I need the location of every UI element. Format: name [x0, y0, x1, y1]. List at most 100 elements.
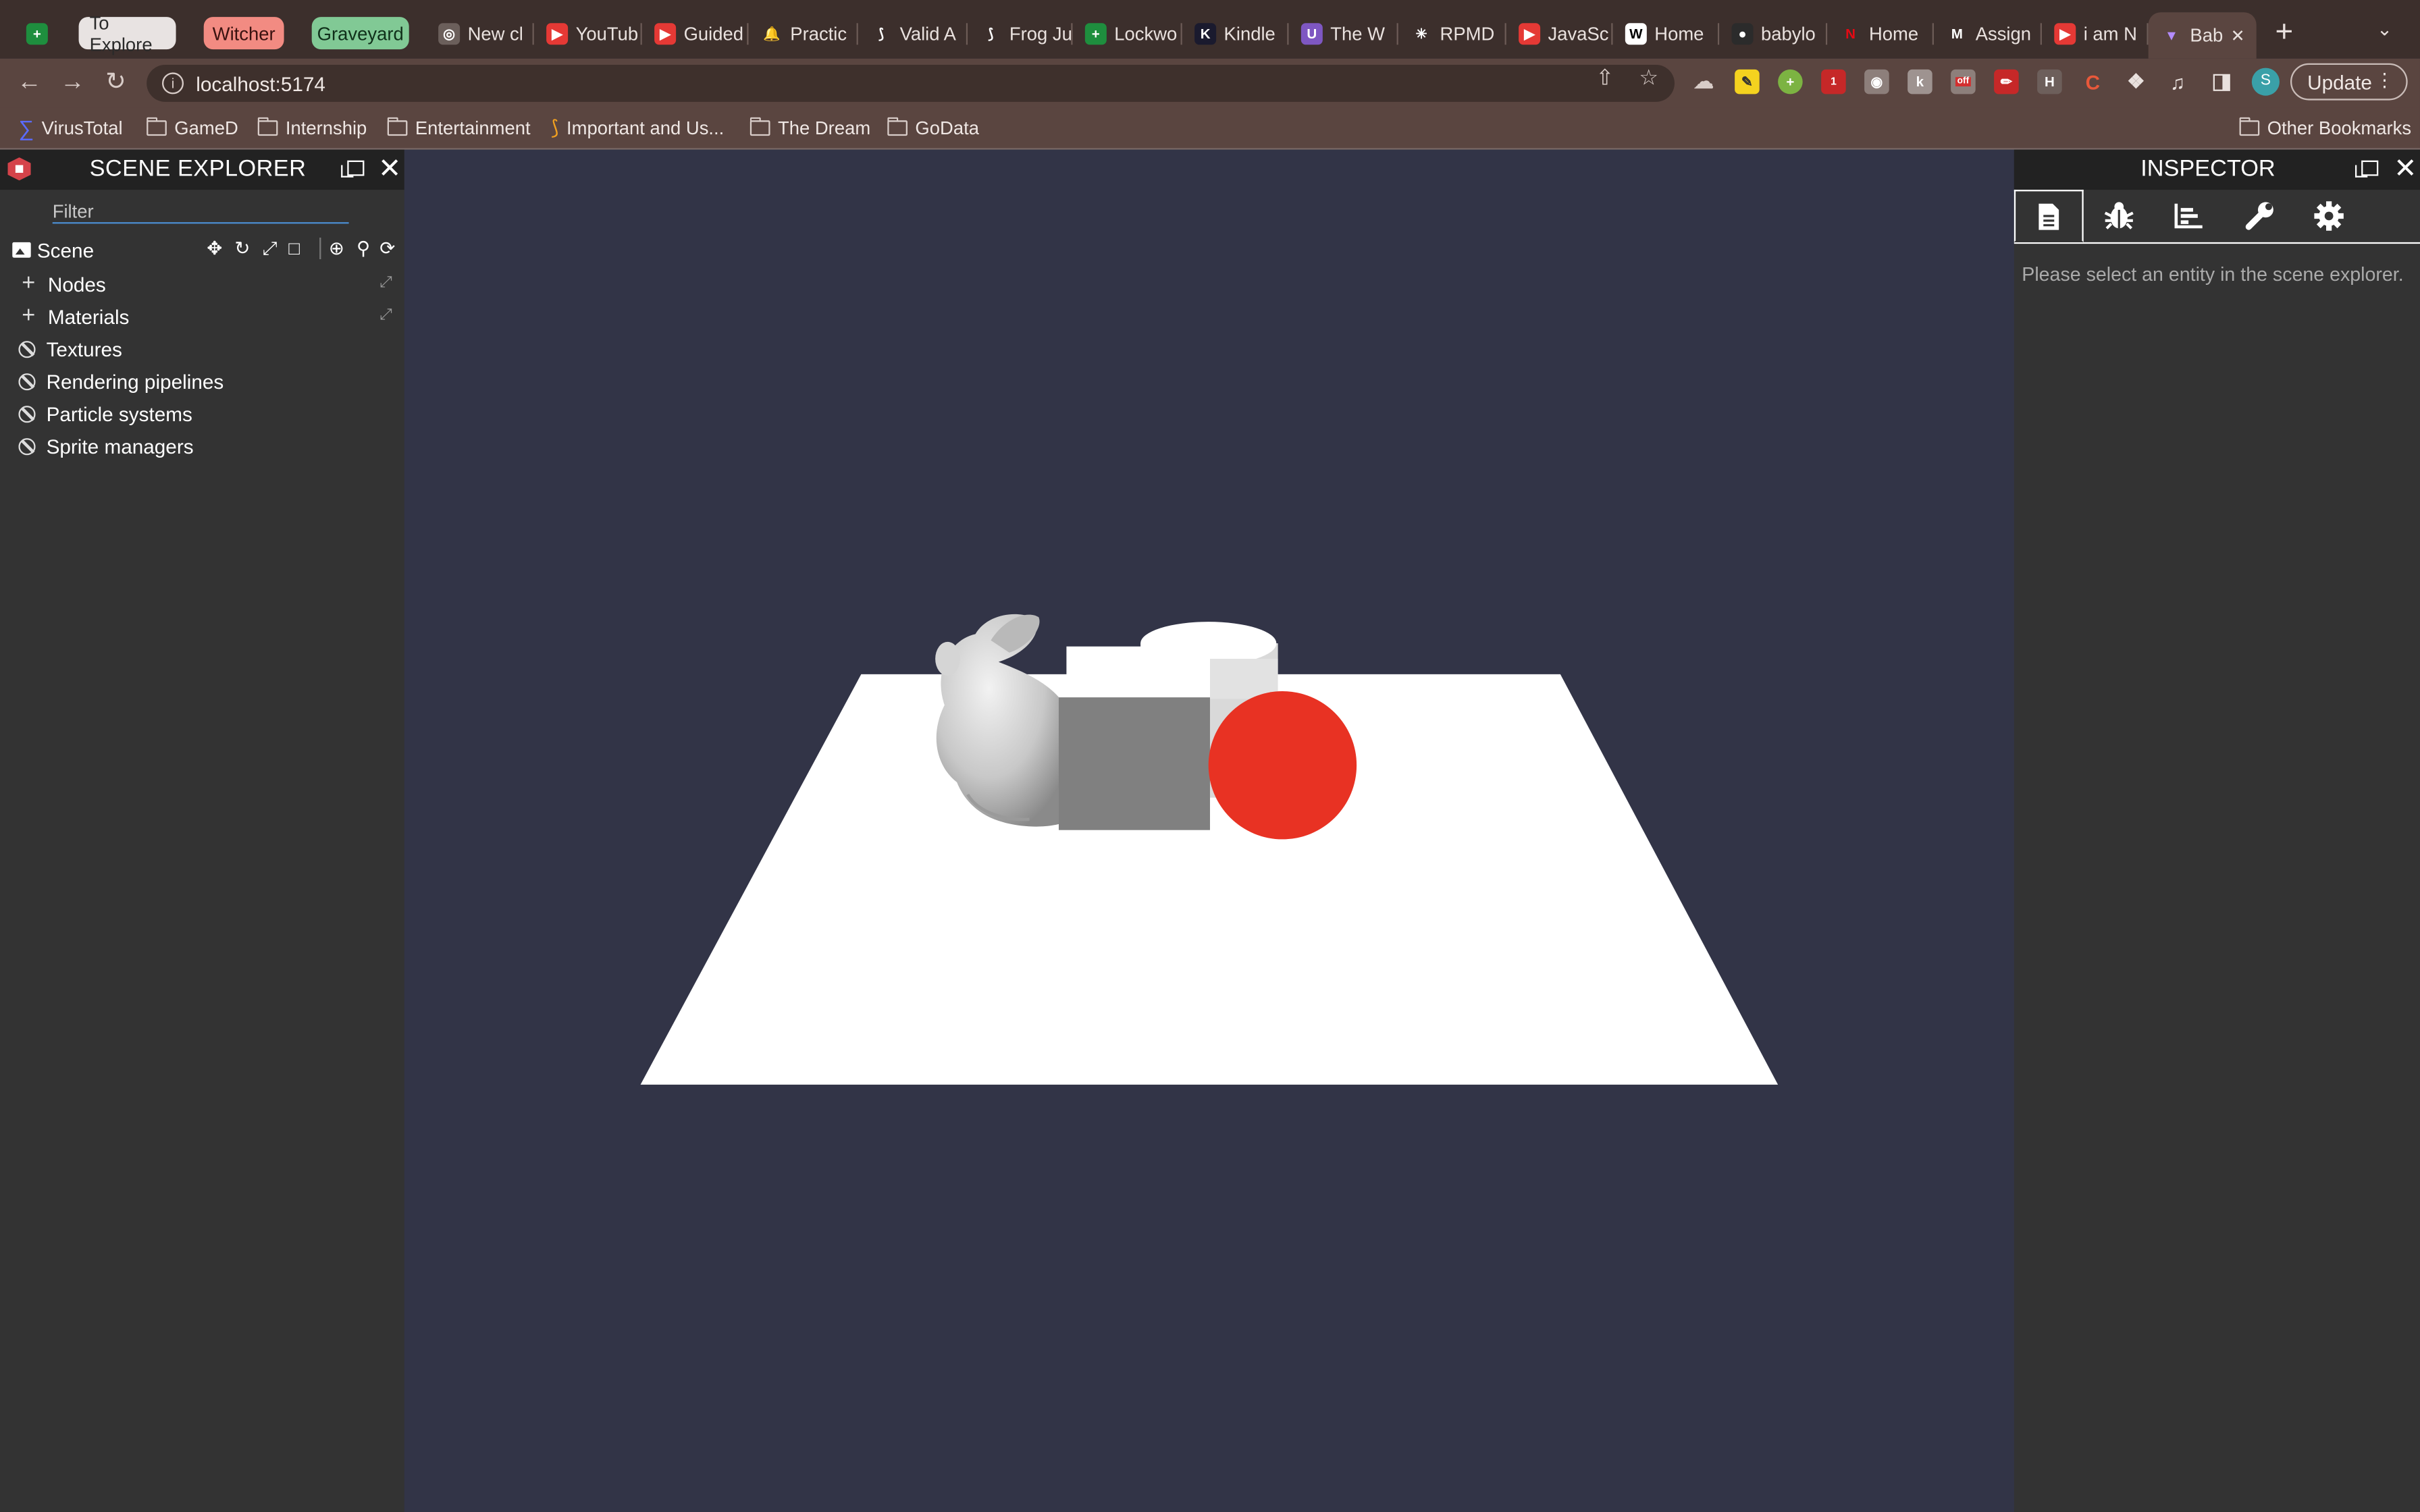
bookmark-label: VirusTotal: [41, 117, 123, 139]
gizmo-divider: [319, 237, 321, 259]
extension-plus-icon[interactable]: +: [1778, 69, 1803, 94]
extension-cloud-icon[interactable]: ☁: [1691, 70, 1716, 94]
bookmark-item[interactable]: GameD: [147, 115, 238, 140]
extension-c-icon[interactable]: C: [2080, 70, 2105, 94]
tab-group-witcher[interactable]: Witcher: [203, 17, 284, 50]
tree-item-particle-systems[interactable]: Particle systems: [18, 400, 192, 427]
extension-off-icon[interactable]: off: [1951, 69, 1976, 94]
bounding-box-gizmo-icon[interactable]: □: [288, 239, 300, 257]
bookmark-item[interactable]: Internship: [257, 115, 367, 140]
browser-tab[interactable]: N Home: [1827, 12, 1934, 55]
site-info-icon[interactable]: i: [161, 72, 184, 94]
side-panel-icon[interactable]: [2209, 70, 2234, 94]
plus-icon[interactable]: +: [18, 304, 38, 327]
bookmark-label: Important and Us...: [567, 117, 725, 139]
browser-tab[interactable]: + Lockwo: [1073, 12, 1182, 55]
browser-tab-label: babylo: [1760, 23, 1816, 45]
tab-statistics[interactable]: [2153, 190, 2223, 242]
tab-tools[interactable]: [2224, 190, 2294, 242]
tree-item-textures[interactable]: Textures: [18, 335, 122, 362]
browser-tab[interactable]: U The W: [1289, 12, 1398, 55]
tab-settings[interactable]: [2294, 190, 2363, 242]
vite-icon: ▼: [2164, 28, 2179, 43]
popout-icon[interactable]: [2355, 160, 2379, 178]
browser-tab[interactable]: ◎ New cl: [426, 12, 534, 55]
browser-tab[interactable]: ▶ i am N: [2042, 12, 2149, 55]
forward-button[interactable]: →: [57, 68, 88, 99]
babylon-logo-icon: [7, 157, 31, 181]
virustotal-icon: ∑: [18, 115, 34, 140]
map-marker-icon[interactable]: ⚲: [357, 239, 370, 257]
tab-google-sheets[interactable]: +: [18, 12, 58, 55]
translate-gizmo-icon[interactable]: ✥: [207, 239, 222, 257]
popout-icon[interactable]: [341, 160, 365, 178]
other-bookmarks-folder[interactable]: Other Bookmarks: [2239, 115, 2411, 140]
filter-input[interactable]: Filter: [52, 200, 349, 224]
browser-tab[interactable]: K Kindle: [1182, 12, 1289, 55]
render-canvas[interactable]: [404, 149, 2014, 1512]
tree-item-rendering-pipelines[interactable]: Rendering pipelines: [18, 367, 223, 395]
bookmark-star-icon[interactable]: ☆: [1639, 65, 1658, 91]
browser-tab[interactable]: ● babylo: [1719, 12, 1828, 55]
bookmark-item[interactable]: ⟆ Important and Us...: [551, 115, 724, 140]
refresh-icon[interactable]: ⟳: [379, 239, 395, 257]
browser-tab-label: Lockwo: [1114, 23, 1178, 45]
menu-kebab-icon[interactable]: ⋮: [2375, 70, 2394, 91]
tree-item-sprite-managers[interactable]: Sprite managers: [18, 432, 194, 460]
bookmark-label: The Dream: [777, 117, 871, 139]
bookmark-item[interactable]: GoData: [887, 115, 979, 140]
bookmark-item[interactable]: ∑ VirusTotal: [18, 115, 122, 140]
extension-pen-icon[interactable]: ✏: [1994, 69, 2019, 94]
tab-group-graveyard[interactable]: Graveyard: [311, 17, 409, 50]
reload-button[interactable]: ↻: [101, 68, 132, 99]
close-tab-icon[interactable]: ✕: [2231, 26, 2245, 45]
update-button[interactable]: Update ⋮: [2290, 63, 2408, 101]
new-tab-button[interactable]: +: [2269, 16, 2300, 49]
close-icon[interactable]: ✕: [378, 153, 401, 184]
plus-icon[interactable]: +: [18, 271, 38, 294]
extension-k-icon[interactable]: k: [1908, 69, 1932, 94]
close-icon[interactable]: ✕: [2394, 153, 2417, 184]
tab-debug[interactable]: [2084, 190, 2153, 242]
browser-tab[interactable]: 🔔 Practic: [749, 12, 858, 55]
browser-tab-label: Assign: [1975, 23, 2032, 45]
netflix-icon: N: [1845, 26, 1856, 42]
extension-camera-icon[interactable]: ◉: [1864, 69, 1889, 94]
back-button[interactable]: ←: [14, 68, 45, 99]
scene-render: [640, 614, 1779, 1085]
browser-tab[interactable]: ▶ YouTub: [534, 12, 642, 55]
browser-tab[interactable]: ⟆ Frog Ju: [968, 12, 1073, 55]
bookmark-item[interactable]: Entertainment: [387, 115, 531, 140]
crosshair-icon[interactable]: ⊕: [329, 239, 344, 257]
browser-tab[interactable]: ▶ JavaSc: [1506, 12, 1613, 55]
tree-item-label: Particle systems: [46, 402, 192, 425]
expand-all-icon[interactable]: ⤢: [379, 275, 395, 292]
extension-ublock-icon[interactable]: 1: [1821, 69, 1846, 94]
profile-avatar[interactable]: S: [2251, 68, 2280, 96]
tab-properties[interactable]: [2014, 190, 2084, 242]
google-sheets-icon: +: [26, 23, 48, 45]
folder-icon: [749, 117, 770, 136]
share-icon[interactable]: ⇧: [1596, 65, 1614, 91]
extension-h-icon[interactable]: H: [2037, 69, 2062, 94]
extension-note-icon[interactable]: ✎: [1735, 69, 1760, 94]
browser-tab[interactable]: ▼ Bab ✕: [2148, 12, 2257, 59]
scale-gizmo-icon[interactable]: ⤢: [263, 239, 278, 257]
browser-tab[interactable]: ⟆ Valid A: [858, 12, 968, 55]
browser-tab-label: JavaSc: [1548, 23, 1609, 45]
browser-tab[interactable]: M Assign: [1934, 12, 2042, 55]
media-controls-icon[interactable]: ♫: [2165, 70, 2190, 94]
rotate-gizmo-icon[interactable]: ↻: [234, 239, 250, 257]
address-bar[interactable]: i localhost:5174: [147, 64, 1675, 102]
expand-all-icon[interactable]: ⤢: [379, 308, 395, 324]
browser-tab[interactable]: W Home: [1613, 12, 1720, 55]
extensions-puzzle-icon[interactable]: ❖: [2124, 70, 2149, 94]
browser-tab[interactable]: ✳ RPMD: [1398, 12, 1506, 55]
bookmark-item[interactable]: The Dream: [749, 115, 871, 140]
tree-item-materials[interactable]: + Materials: [18, 302, 129, 330]
tab-group-to-explore[interactable]: To Explore: [78, 11, 176, 55]
tab-search-chevron-icon[interactable]: ⌄: [2377, 18, 2392, 40]
youtube-music-icon: ▶: [546, 23, 569, 45]
browser-tab[interactable]: ▶ Guided: [642, 12, 749, 55]
tree-item-nodes[interactable]: + Nodes: [18, 270, 105, 298]
